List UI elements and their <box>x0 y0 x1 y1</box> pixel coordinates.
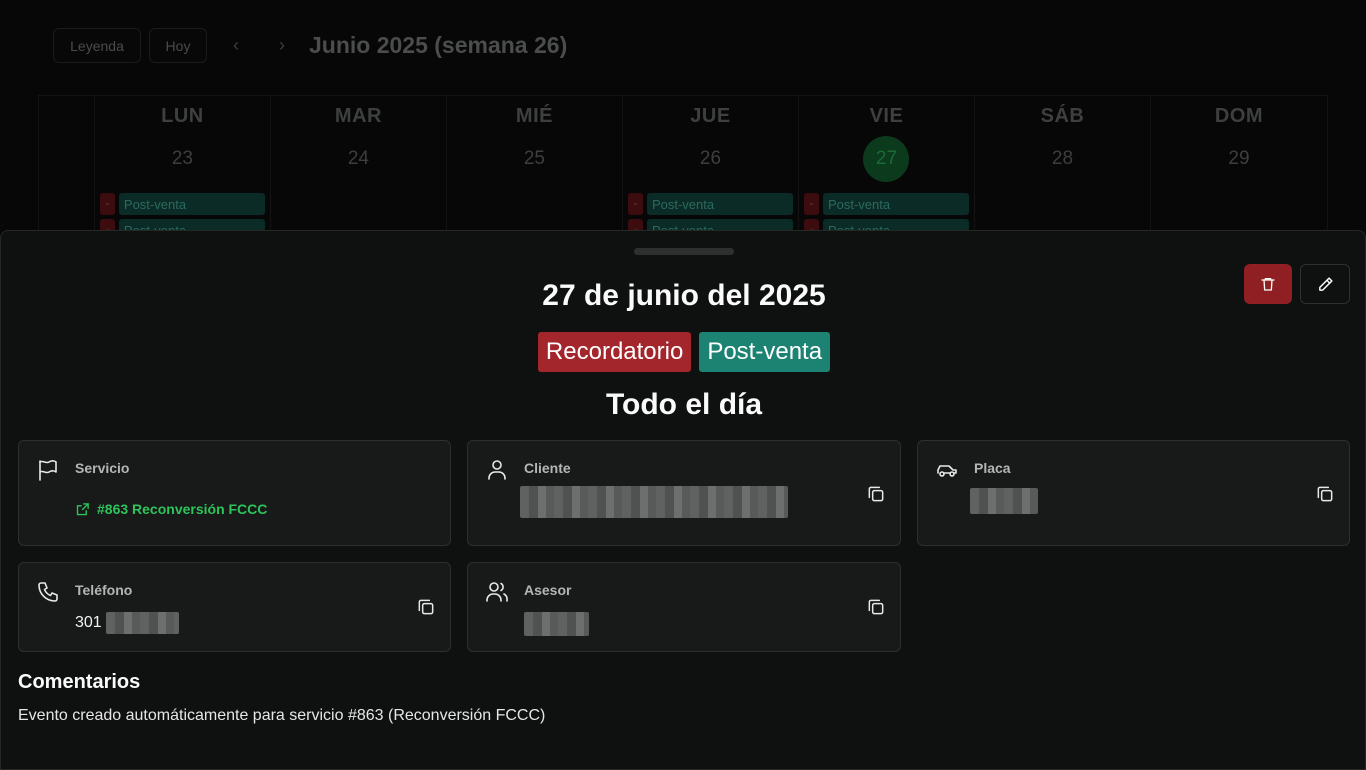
event-badges: Recordatorio Post-venta <box>1 332 1366 372</box>
week-title: Junio 2025 (semana 26) <box>309 32 568 58</box>
day-column[interactable]: SÁB 28 <box>975 96 1151 234</box>
client-label: Cliente <box>524 460 571 476</box>
day-name: JUE <box>690 105 731 127</box>
copy-icon[interactable] <box>866 484 886 504</box>
day-number[interactable]: 24 <box>335 136 381 182</box>
service-link[interactable]: #863 Reconversión FCCC <box>75 501 267 517</box>
event-label: Post-venta <box>646 193 793 215</box>
plate-label: Placa <box>974 460 1011 476</box>
copy-icon[interactable] <box>1315 484 1335 504</box>
calendar-toolbar: Leyenda Hoy ‹ › Junio 2025 (semana 26) <box>53 28 567 63</box>
phone-icon <box>38 582 58 602</box>
day-number-today[interactable]: 27 <box>863 136 910 182</box>
day-column[interactable]: JUE 26 - Post-venta - Post-venta <box>623 96 799 241</box>
external-link-icon <box>76 502 89 515</box>
reminder-chip: - <box>627 193 643 215</box>
car-icon <box>937 465 957 477</box>
event-detail-sheet: 27 de junio del 2025 Recordatorio Post-v… <box>0 230 1366 770</box>
event-label: Post-venta <box>822 193 969 215</box>
day-column[interactable]: MAR 24 <box>271 96 447 234</box>
day-column[interactable]: LUN 23 - Post-venta - Post-venta <box>95 96 271 241</box>
plate-card: Placa <box>917 440 1350 546</box>
day-column[interactable]: DOM 29 <box>1151 96 1327 234</box>
drag-handle[interactable] <box>634 248 734 255</box>
day-name: VIE <box>869 105 904 127</box>
chevron-right-icon[interactable]: › <box>267 28 297 63</box>
copy-icon[interactable] <box>866 597 886 617</box>
type-badge: Post-venta <box>699 332 831 372</box>
event-date-title: 27 de junio del 2025 <box>542 279 826 312</box>
event-label: Post-venta <box>118 193 265 215</box>
copy-icon[interactable] <box>416 597 436 617</box>
reminder-chip: - <box>99 193 115 215</box>
client-value-redacted <box>520 486 788 518</box>
day-name: SÁB <box>1040 105 1085 127</box>
event-time-label: Todo el día <box>605 388 763 421</box>
user-icon <box>488 460 506 480</box>
chevron-left-icon[interactable]: ‹ <box>221 28 251 63</box>
day-number[interactable]: 23 <box>159 136 205 182</box>
advisor-value-redacted <box>524 612 589 636</box>
comments-title: Comentarios <box>18 671 141 693</box>
day-column[interactable]: MIÉ 25 <box>447 96 623 234</box>
today-button[interactable]: Hoy <box>149 28 207 63</box>
comments-text: Evento creado automáticamente para servi… <box>18 707 546 724</box>
day-column[interactable]: VIE 27 - Post-venta - Post-venta <box>799 96 975 241</box>
day-number[interactable]: 29 <box>1216 136 1262 182</box>
advisor-label: Asesor <box>524 582 572 598</box>
calendar-event[interactable]: - Post-venta <box>99 193 265 215</box>
client-card: Cliente <box>467 440 901 546</box>
service-link-text: #863 Reconversión FCCC <box>97 501 268 517</box>
service-label: Servicio <box>75 460 130 476</box>
reminder-chip: - <box>803 193 819 215</box>
plate-value-redacted <box>970 488 1038 514</box>
phone-card: Teléfono 301 <box>18 562 451 652</box>
service-card: Servicio #863 Reconversión FCCC <box>18 440 451 546</box>
week-grid: LUN 23 - Post-venta - Post-venta MAR 24 … <box>38 95 1328 241</box>
calendar-event[interactable]: - Post-venta <box>803 193 969 215</box>
day-number[interactable]: 25 <box>511 136 557 182</box>
day-number[interactable]: 26 <box>687 136 733 182</box>
advisor-card: Asesor <box>467 562 901 652</box>
day-number[interactable]: 28 <box>1039 136 1085 182</box>
day-name: LUN <box>161 105 204 127</box>
time-gutter <box>39 96 95 234</box>
legend-button[interactable]: Leyenda <box>53 28 141 63</box>
phone-prefix: 301 <box>75 614 102 631</box>
day-name: MAR <box>334 105 382 127</box>
users-icon <box>486 582 508 602</box>
reminder-badge: Recordatorio <box>537 332 692 372</box>
calendar-event[interactable]: - Post-venta <box>627 193 793 215</box>
day-name: DOM <box>1214 105 1264 127</box>
flag-icon <box>39 460 57 481</box>
phone-label: Teléfono <box>75 582 133 598</box>
day-name: MIÉ <box>515 105 553 127</box>
phone-value-redacted <box>106 612 179 634</box>
